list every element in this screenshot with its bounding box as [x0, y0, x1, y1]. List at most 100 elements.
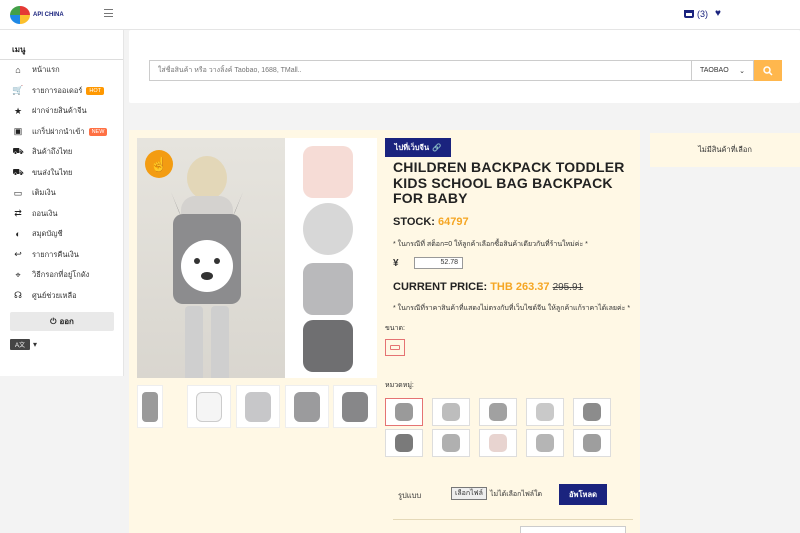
thumbnail[interactable]: [187, 385, 231, 428]
selected-items-panel: ไม่มีสินค้าที่เลือก: [650, 133, 800, 167]
map-icon: ⌖: [15, 269, 21, 280]
search-bar: TAOBAO ⌄: [129, 30, 800, 103]
current-price-line: CURRENT PRICE: THB 263.37 295.91: [393, 281, 583, 293]
heart-icon[interactable]: ♥: [715, 8, 721, 19]
logout-button[interactable]: ⏻ ออก: [10, 312, 114, 331]
sidebar-item[interactable]: ⛟ ขนส่งในไทย: [0, 163, 123, 184]
language-switcher[interactable]: A文 ▾: [10, 339, 123, 350]
headset-icon: ☊: [14, 290, 22, 301]
monkey-backpack-image: [303, 320, 353, 372]
lion-backpack-image: [303, 203, 353, 255]
thumbnail[interactable]: [236, 385, 280, 428]
child-with-backpack-image: [171, 156, 243, 378]
cart-button[interactable]: (3) ♥: [684, 8, 721, 19]
price-note: * ในกรณีที่ราคาสินค้าที่แสดงไม่ตรงกับที่…: [393, 305, 631, 312]
exchange-icon: ⇄: [14, 208, 22, 219]
truck-icon: ⛟: [12, 146, 24, 157]
go-to-china-site-button[interactable]: ไปที่เว็บจีน 🔗: [385, 138, 451, 157]
go-to-china-site-label: ไปที่เว็บจีน: [394, 142, 430, 152]
sidebar-item-label: ขนส่งในไทย: [32, 167, 73, 177]
sidebar-item-label: แกร็ปฝากนำเข้า: [32, 126, 85, 136]
old-price: 295.91: [552, 282, 584, 293]
box-icon: ▣: [13, 126, 23, 137]
platform-select[interactable]: TAOBAO ⌄: [691, 60, 754, 81]
sidebar-item[interactable]: ⛟ สินค้าถึงไทย: [0, 142, 123, 163]
category-label: หมวดหมู่:: [385, 382, 414, 389]
stock-label: STOCK:: [393, 216, 435, 228]
size-option[interactable]: [385, 339, 405, 356]
no-items-text: ไม่มีสินค้าที่เลือก: [698, 145, 752, 154]
sidebar-item-label: รายการออเดอร์: [32, 85, 83, 95]
sidebar-item[interactable]: ⇄ ถอนเงิน: [0, 204, 123, 225]
sidebar-item[interactable]: ↩ รายการคืนเงิน: [0, 245, 123, 266]
category-option[interactable]: [573, 429, 611, 457]
platform-select-value: TAOBAO: [700, 67, 729, 74]
sidebar-item[interactable]: ☊ ศูนย์ช่วยเหลือ: [0, 286, 123, 307]
search-button[interactable]: [754, 60, 782, 81]
comment-box[interactable]: [520, 526, 626, 533]
hamburger-menu-icon[interactable]: [104, 9, 113, 17]
logo-mark-icon: [10, 6, 30, 24]
sidebar-item-label: เติมเงิน: [32, 188, 56, 198]
sidebar-item[interactable]: ⌖ วิธีกรอกที่อยู่โกดัง: [0, 265, 123, 286]
sidebar-item[interactable]: ⌂ หน้าแรก: [0, 60, 123, 81]
sidebar-item-label: ศูนย์ช่วยเหลือ: [32, 290, 77, 300]
home-icon: ⌂: [15, 65, 21, 76]
sidebar-item-label: สินค้าถึงไทย: [32, 147, 73, 157]
cart-icon: [684, 9, 694, 18]
choose-file-button[interactable]: เลือกไฟล์: [451, 487, 487, 500]
sidebar-item-label: สมุดบัญชี: [32, 229, 63, 239]
yen-symbol: ¥: [393, 258, 399, 269]
logo[interactable]: API CHINA: [10, 6, 64, 24]
sidebar-item[interactable]: 🛒 รายการออเดอร์ HOT: [0, 81, 123, 102]
logo-text: API CHINA: [33, 12, 64, 18]
category-option[interactable]: [432, 429, 470, 457]
thumbnail[interactable]: [137, 385, 163, 428]
category-option[interactable]: [479, 398, 517, 426]
sidebar-item[interactable]: ★ ฝากจ่ายสินค้าจีน: [0, 101, 123, 122]
category-option[interactable]: [385, 429, 423, 457]
star-icon: ★: [13, 105, 23, 116]
refund-icon: ↩: [14, 249, 22, 260]
bunny-backpack-image: [303, 146, 353, 198]
menu-title: เมนู: [0, 30, 123, 60]
top-bar: API CHINA (3) ♥: [0, 0, 800, 30]
sidebar-item[interactable]: ▣ แกร็ปฝากนำเข้า NEW: [0, 122, 123, 143]
upload-label: รูปแบบ: [398, 491, 422, 500]
sidebar-item-label: หน้าแรก: [32, 65, 60, 75]
cart-icon: 🛒: [12, 85, 24, 96]
product-title: CHILDREN BACKPACK TODDLER KIDS SCHOOL BA…: [393, 159, 625, 206]
product-main-image[interactable]: ☝: [137, 138, 377, 378]
thumbnail[interactable]: [333, 385, 377, 428]
backpack-variants-image: [285, 138, 377, 378]
divider: [393, 519, 633, 520]
thumbnail[interactable]: [285, 385, 329, 428]
sidebar-item-label: วิธีกรอกที่อยู่โกดัง: [32, 270, 90, 280]
sidebar-item-label: รายการคืนเงิน: [32, 249, 79, 259]
yuan-price-field[interactable]: 52.78: [414, 257, 463, 269]
chevron-down-icon: ⌄: [739, 68, 745, 75]
logout-label: ออก: [59, 317, 74, 326]
category-option[interactable]: [526, 429, 564, 457]
category-option[interactable]: [385, 398, 423, 426]
category-option[interactable]: [573, 398, 611, 426]
sidebar: เมนู ⌂ หน้าแรก 🛒 รายการออเดอร์ HOT ★ ฝากจ่ายสิ…: [0, 30, 124, 376]
category-option[interactable]: [432, 398, 470, 426]
translate-icon: A文: [10, 339, 30, 350]
power-icon: ⏻: [50, 316, 57, 326]
price-value: THB 263.37: [490, 281, 550, 293]
stock-value: 64797: [438, 216, 469, 228]
sidebar-item[interactable]: ▭ เติมเงิน: [0, 183, 123, 204]
sidebar-item[interactable]: ◐ สมุดบัญชี: [0, 224, 123, 245]
category-option[interactable]: [526, 398, 564, 426]
upload-button[interactable]: อัพโหลด: [559, 484, 607, 505]
search-input[interactable]: [149, 60, 692, 81]
search-icon: [763, 65, 773, 76]
size-label: ขนาด:: [385, 325, 405, 332]
hand-pointer-icon: ☝: [145, 150, 173, 178]
delivery-icon: ⛟: [12, 166, 24, 177]
badge: HOT: [86, 86, 105, 95]
sidebar-item-label: ฝากจ่ายสินค้าจีน: [32, 106, 87, 116]
thumbnail-strip: [137, 385, 377, 428]
category-option[interactable]: [479, 429, 517, 457]
